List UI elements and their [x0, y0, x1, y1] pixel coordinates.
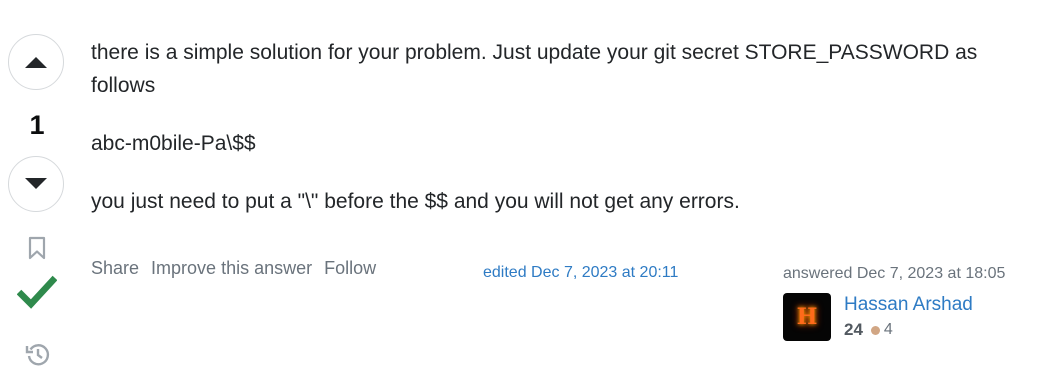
downvote-button[interactable] [8, 156, 64, 212]
accepted-answer-check [16, 272, 58, 312]
checkmark-icon [16, 275, 58, 309]
user-card: answered Dec 7, 2023 at 18:05 H Hassan A… [783, 264, 1043, 341]
arrow-down-icon [25, 178, 47, 189]
user-name-link[interactable]: Hassan Arshad [844, 293, 973, 317]
vote-column: 1 [6, 34, 68, 374]
history-icon [25, 344, 50, 366]
upvote-button[interactable] [8, 34, 64, 90]
bronze-badge-count: 4 [883, 321, 893, 338]
answered-timestamp: answered Dec 7, 2023 at 18:05 [783, 265, 1006, 282]
reputation-score: 24 [844, 320, 863, 339]
follow-link[interactable]: Follow [324, 258, 376, 279]
avatar[interactable]: H [783, 293, 831, 341]
answer-paragraph: there is a simple solution for your prob… [91, 41, 978, 97]
user-details: Hassan Arshad 24 4 [844, 293, 973, 341]
improve-answer-link[interactable]: Improve this answer [151, 258, 312, 279]
edited-timestamp-link[interactable]: edited Dec 7, 2023 at 20:11 [483, 264, 678, 282]
answer-paragraph: you just need to put a "\" before the $$… [91, 190, 740, 213]
vote-count: 1 [29, 110, 45, 140]
bookmark-icon [28, 236, 46, 260]
avatar-letter: H [796, 304, 818, 330]
share-link[interactable]: Share [91, 258, 139, 279]
user-reputation: 24 4 [844, 319, 973, 341]
arrow-up-icon [25, 57, 47, 68]
answer-paragraph: abc-m0bile-Pa\$$ [91, 132, 256, 155]
revision-history-button[interactable] [24, 340, 52, 368]
bookmark-button[interactable] [25, 234, 49, 262]
post-menu: Share Improve this answer Follow [91, 258, 376, 279]
answer-container: 1 there is a simple solution for your pr… [0, 0, 1056, 379]
bronze-badge-icon [870, 325, 880, 335]
user-info: H Hassan Arshad 24 4 [783, 293, 973, 341]
